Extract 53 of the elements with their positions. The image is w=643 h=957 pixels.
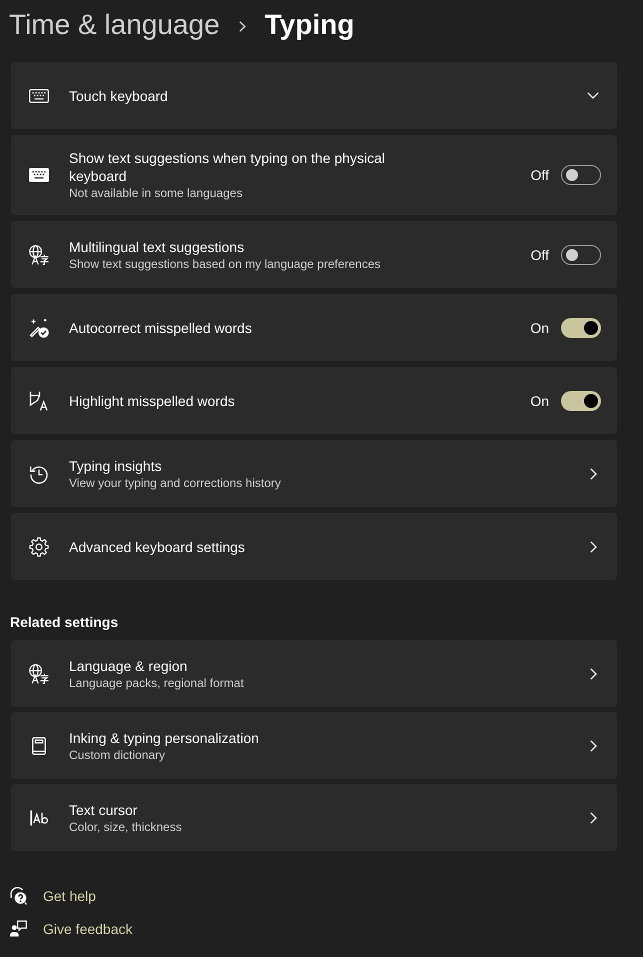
- setting-description: Not available in some languages: [69, 185, 244, 201]
- toggle-state-label: On: [530, 392, 549, 410]
- page-title: Typing: [264, 9, 354, 41]
- setting-title: Typing insights: [69, 456, 163, 474]
- section-heading: Related settings: [10, 613, 120, 632]
- language-icon: [29, 244, 49, 264]
- toggle-switch[interactable]: [561, 165, 601, 185]
- toggle-switch[interactable]: [561, 244, 601, 264]
- setting-card[interactable]: Touch keyboard: [11, 62, 617, 129]
- chevron-right-icon: [590, 740, 597, 752]
- setting-title: Advanced keyboard settings: [69, 538, 246, 556]
- setting-title: Highlight misspelled words: [69, 392, 236, 410]
- toggle-state-label: On: [530, 318, 549, 336]
- setting-description: Custom dictionary: [69, 746, 166, 762]
- setting-card[interactable]: Typing insights View your typing and corrections history: [11, 440, 617, 507]
- toggle-state-label: Off: [530, 246, 549, 264]
- chevron-right-icon: [590, 668, 597, 680]
- setting-description: Color, size, thickness: [69, 818, 183, 834]
- chevron-right-icon: [590, 812, 597, 824]
- highlighter-icon: [29, 390, 49, 410]
- setting-title: Show text suggestions when typing on the physical keyboard: [69, 149, 386, 185]
- setting-title: Text cursor: [69, 800, 138, 818]
- breadcrumb-link[interactable]: Time & language: [9, 9, 220, 41]
- history-icon: [29, 464, 49, 484]
- setting-card[interactable]: Language & region Language packs, regional format: [11, 640, 617, 707]
- language-icon: [29, 664, 49, 684]
- help-icon: [10, 886, 27, 904]
- setting-title: Multilingual text suggestions: [69, 238, 246, 256]
- keyboard-icon: [29, 168, 49, 182]
- gear-icon: [29, 536, 49, 556]
- footer-link[interactable]: Give feedback: [10, 920, 132, 937]
- keyboard-icon: [29, 88, 49, 102]
- book-icon: [32, 736, 46, 754]
- footer-link[interactable]: Get help: [10, 886, 96, 904]
- chevron-right-icon: [238, 20, 246, 32]
- chevron-right-icon: [590, 540, 597, 552]
- setting-description: Show text suggestions based on my language preferences: [69, 256, 382, 272]
- setting-description: Language packs, regional format: [69, 674, 245, 690]
- setting-card[interactable]: Inking & typing personalization Custom dictionary: [11, 712, 617, 779]
- chevron-right-icon: [590, 468, 597, 480]
- setting-card[interactable]: Advanced keyboard settings: [11, 513, 617, 580]
- setting-title: Inking & typing personalization: [69, 728, 260, 746]
- toggle-state-label: Off: [530, 166, 549, 184]
- setting-title: Autocorrect misspelled words: [69, 318, 253, 336]
- setting-description: View your typing and corrections history: [69, 474, 282, 490]
- setting-title: Language & region: [69, 656, 188, 674]
- feedback-icon: [10, 920, 27, 937]
- setting-title: Touch keyboard: [69, 86, 169, 104]
- magic-wand-check-icon: [29, 318, 49, 338]
- setting-card[interactable]: Text cursor Color, size, thickness: [11, 784, 617, 851]
- toggle-switch[interactable]: [561, 318, 601, 338]
- text-cursor-icon: [30, 810, 48, 826]
- toggle-switch[interactable]: [561, 390, 601, 410]
